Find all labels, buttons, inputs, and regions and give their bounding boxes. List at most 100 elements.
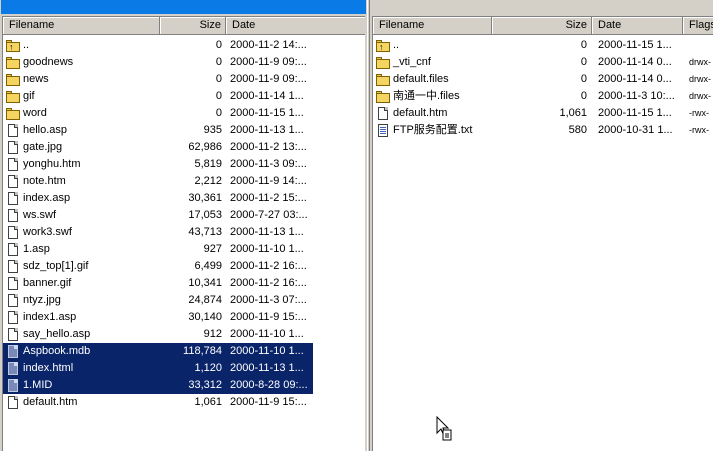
file-name: _vti_cnf (393, 56, 431, 68)
file-date: 2000-11-13 1... (230, 362, 304, 374)
column-header-size[interactable]: Size (492, 17, 592, 35)
local-file-list[interactable]: Filename Size Date ↑.. 0 2000-11-2 14:... g… (2, 16, 365, 451)
file-size: 5,819 (194, 158, 222, 170)
file-name: ntyz.jpg (23, 294, 61, 306)
file-name: news (23, 73, 49, 85)
file-size: 6,499 (194, 260, 222, 272)
file-date: 2000-11-13 1... (230, 124, 304, 136)
file-row[interactable]: ws.swf 17,053 2000-7-27 03:... (3, 207, 365, 224)
column-header-flags[interactable]: Flags (683, 17, 713, 35)
file-date: 2000-11-9 15:... (230, 311, 307, 323)
file-name: .. (393, 39, 400, 51)
file-row[interactable]: sdz_top[1].gif 6,499 2000-11-2 16:... (3, 258, 365, 275)
file-row[interactable]: default.htm 1,061 2000-11-9 15:... (3, 394, 365, 411)
file-row[interactable]: Aspbook.mdb 118,784 2000-11-10 1... (3, 343, 313, 360)
file-row[interactable]: gate.jpg 62,986 2000-11-2 13:... (3, 139, 365, 156)
file-row[interactable]: 南通一中.files 0 2000-11-3 10:... drwx- (373, 88, 713, 105)
file-size: 0 (580, 56, 587, 68)
file-size: 10,341 (188, 277, 222, 289)
local-pane-title-bar[interactable] (1, 0, 366, 14)
file-row[interactable]: goodnews 0 2000-11-9 09:... (3, 54, 365, 71)
file-size: 0 (580, 90, 587, 102)
file-size: 2,212 (194, 175, 222, 187)
file-date: 2000-11-9 09:... (230, 73, 307, 85)
file-row[interactable]: index1.asp 30,140 2000-11-9 15:... (3, 309, 365, 326)
file-flags: -rwx- (689, 125, 709, 135)
file-size: 17,053 (188, 209, 222, 221)
file-size: 30,140 (188, 311, 222, 323)
file-name: index1.asp (23, 311, 77, 323)
file-date: 2000-11-2 16:... (230, 260, 307, 272)
file-date: 2000-11-3 09:... (230, 158, 307, 170)
file-date: 2000-11-10 1... (230, 345, 304, 357)
file-date: 2000-11-10 1... (230, 243, 304, 255)
file-row[interactable]: FTP服务配置.txt 580 2000-10-31 1... -rwx- (373, 122, 713, 139)
file-row[interactable]: ntyz.jpg 24,874 2000-11-3 07:... (3, 292, 365, 309)
file-row[interactable]: index.asp 30,361 2000-11-2 15:... (3, 190, 365, 207)
file-row[interactable]: 1.MID 33,312 2000-8-28 09:... (3, 377, 313, 394)
file-row[interactable]: default.htm 1,061 2000-11-15 1... -rwx- (373, 105, 713, 122)
file-date: 2000-11-14 1... (230, 90, 304, 102)
file-size: 0 (580, 73, 587, 85)
file-name: ws.swf (23, 209, 56, 221)
file-name: index.html (23, 362, 74, 374)
local-file-rows: ↑.. 0 2000-11-2 14:... goodnews 0 2000-11-9 0… (3, 37, 365, 411)
file-flags: drwx- (689, 91, 711, 101)
column-header-date[interactable]: Date (226, 17, 365, 35)
file-row[interactable]: default.files 0 2000-11-14 0... drwx- (373, 71, 713, 88)
file-row[interactable]: banner.gif 10,341 2000-11-2 16:... (3, 275, 365, 292)
file-row[interactable]: hello.asp 935 2000-11-13 1... (3, 122, 365, 139)
file-name: hello.asp (23, 124, 68, 136)
remote-file-rows: ↑.. 0 2000-11-15 1... _vti_cnf 0 2000-11-14 0… (373, 37, 713, 139)
local-file-pane: Filename Size Date ↑.. 0 2000-11-2 14:... g… (0, 0, 367, 451)
file-size: 1,061 (194, 396, 222, 408)
file-row[interactable]: news 0 2000-11-9 09:... (3, 71, 365, 88)
file-size: 43,713 (188, 226, 222, 238)
file-date: 2000-10-31 1... (598, 124, 673, 136)
remote-file-list[interactable]: Filename Size Date Flags ↑..02000-11-15 … (372, 16, 713, 451)
file-date: 2000-11-13 1... (230, 226, 304, 238)
file-date: 2000-7-27 03:... (230, 209, 308, 221)
file-size: 935 (203, 124, 222, 136)
remote-list-header: Filename Size Date Flags (373, 17, 713, 35)
file-name: default.htm (23, 396, 78, 408)
file-date: 2000-11-15 1... (598, 39, 672, 51)
file-name: .. (23, 39, 30, 51)
file-date: 2000-11-15 1... (598, 107, 672, 119)
file-name: FTP服务配置.txt (393, 124, 473, 136)
file-row[interactable]: ↑.. 0 2000-11-2 14:... (3, 37, 365, 54)
file-date: 2000-11-2 14:... (230, 39, 307, 51)
file-row[interactable]: index.html 1,120 2000-11-13 1... (3, 360, 313, 377)
file-name: goodnews (23, 56, 74, 68)
file-row[interactable]: say_hello.asp 912 2000-11-10 1... (3, 326, 365, 343)
file-flags: drwx- (689, 57, 711, 67)
file-date: 2000-11-3 07:... (230, 294, 307, 306)
column-header-filename[interactable]: Filename (3, 17, 160, 35)
file-row[interactable]: work3.swf 43,713 2000-11-13 1... (3, 224, 365, 241)
file-row[interactable]: note.htm 2,212 2000-11-9 14:... (3, 173, 365, 190)
mouse-cursor-icon (436, 416, 452, 441)
file-row[interactable]: ↑.. 0 2000-11-15 1... (373, 37, 713, 54)
file-size: 1,061 (559, 107, 587, 119)
remote-pane-title-bar[interactable] (371, 0, 713, 14)
file-row[interactable]: 1.asp 927 2000-11-10 1... (3, 241, 365, 258)
file-date: 2000-11-2 15:... (230, 192, 307, 204)
file-size: 0 (215, 39, 222, 51)
file-name: sdz_top[1].gif (23, 260, 89, 272)
file-size: 24,874 (188, 294, 222, 306)
file-name: gif (23, 90, 35, 102)
file-row[interactable]: yonghu.htm 5,819 2000-11-3 09:... (3, 156, 365, 173)
file-name: gate.jpg (23, 141, 63, 153)
file-row[interactable]: word 0 2000-11-15 1... (3, 105, 365, 122)
file-name: 南通一中.files (393, 90, 460, 102)
column-header-filename[interactable]: Filename (373, 17, 492, 35)
file-size: 0 (215, 73, 222, 85)
file-size: 33,312 (188, 379, 222, 391)
file-row[interactable]: gif 0 2000-11-14 1... (3, 88, 365, 105)
file-row[interactable]: _vti_cnf 0 2000-11-14 0... drwx- (373, 54, 713, 71)
file-date: 2000-11-9 14:... (230, 175, 307, 187)
column-header-size[interactable]: Size (160, 17, 226, 35)
file-name: 1.asp (23, 243, 50, 255)
column-header-date[interactable]: Date (592, 17, 683, 35)
file-date: 2000-11-14 0... (598, 56, 672, 68)
